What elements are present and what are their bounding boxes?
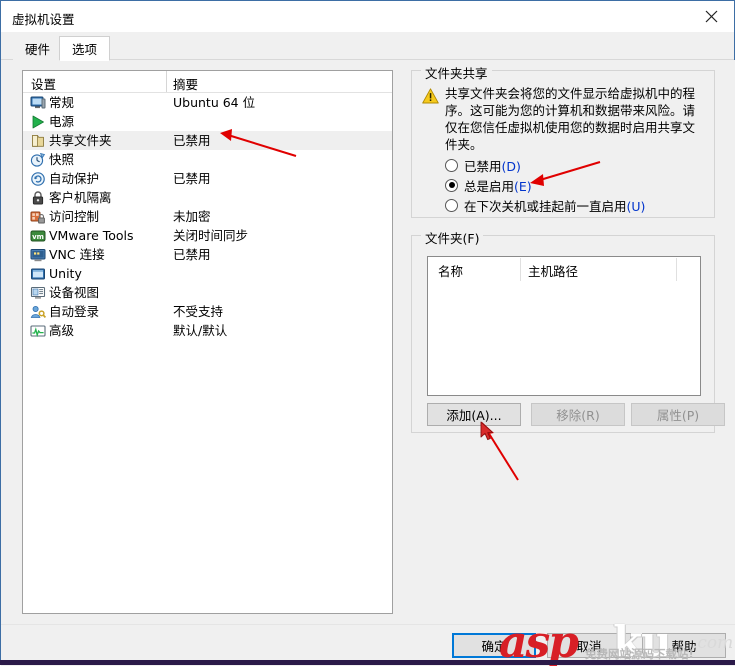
- close-icon[interactable]: [689, 1, 734, 31]
- monitor-icon: [30, 95, 46, 111]
- settings-list-item[interactable]: 自动保护 已禁用: [23, 169, 392, 188]
- ok-button[interactable]: 确定: [452, 633, 536, 658]
- settings-list-item[interactable]: 电源: [23, 112, 392, 131]
- autoprotect-icon: [30, 171, 46, 187]
- title-bar: 虚拟机设置: [1, 1, 734, 32]
- settings-list-item-label: VNC 连接: [49, 247, 105, 262]
- vm-settings-dialog: 虚拟机设置 硬件 选项 设置 摘要 常规 Ubuntu 64 位电源 共享文件夹 已禁…: [0, 0, 735, 666]
- radio-mark-always-enabled: [445, 178, 458, 192]
- bottom-separator: [1, 624, 735, 625]
- settings-list-item-summary: 已禁用: [173, 171, 211, 186]
- settings-list-item-label: 共享文件夹: [49, 133, 112, 148]
- radio-sharing-always-enabled[interactable]: 总是启用(E): [445, 175, 532, 195]
- radio-label-disabled: 已禁用(D): [464, 158, 521, 174]
- radio-label-until-shutdown: 在下次关机或挂起前一直启用(U): [464, 198, 646, 214]
- snapshot-clock-icon: [30, 152, 46, 168]
- folders-column-sep-2[interactable]: [676, 258, 677, 281]
- advanced-icon: [30, 323, 46, 339]
- column-header-summary: 摘要: [173, 77, 199, 92]
- folder-sharing-group: 文件夹共享 共享文件夹会将您的文件显示给虚拟机中的程序。这可能为您的计算机和数据…: [411, 63, 715, 218]
- settings-list-item[interactable]: 常规 Ubuntu 64 位: [23, 93, 392, 112]
- auto-login-icon: [30, 304, 47, 320]
- folders-group: 文件夹(F) 名称 主机路径 添加(A)... 移除(R) 属性(P): [411, 228, 725, 433]
- settings-list-item-label: 高级: [49, 323, 75, 338]
- settings-list-rows: 常规 Ubuntu 64 位电源 共享文件夹 已禁用 快照 自动保护 已禁用 客户机隔离 访问控…: [23, 93, 392, 340]
- settings-list-item-label: 自动登录: [49, 304, 100, 319]
- device-view-icon: [30, 285, 46, 301]
- radio-sharing-until-shutdown[interactable]: 在下次关机或挂起前一直启用(U): [445, 195, 645, 215]
- settings-list-item[interactable]: 客户机隔离: [23, 188, 392, 207]
- tab-options[interactable]: 选项: [59, 36, 111, 61]
- window-title: 虚拟机设置: [12, 12, 75, 27]
- radio-mark-disabled: [445, 158, 458, 172]
- access-control-icon: [30, 209, 46, 225]
- settings-list[interactable]: 设置 摘要 常规 Ubuntu 64 位电源 共享文件夹 已禁用 快照 自动保护 已禁用 客户…: [22, 70, 393, 614]
- settings-list-item-summary: 默认/默认: [173, 323, 228, 338]
- settings-list-item-label: 设备视图: [49, 285, 100, 300]
- tab-strip: 硬件 选项: [1, 32, 734, 61]
- settings-list-item[interactable]: 设备视图: [23, 283, 392, 302]
- folders-table[interactable]: 名称 主机路径: [427, 256, 701, 396]
- help-button[interactable]: 帮助: [642, 633, 726, 658]
- folder-properties-button: 属性(P): [631, 403, 725, 426]
- settings-list-item-label: 访问控制: [49, 209, 100, 224]
- folder-sharing-title: 文件夹共享: [421, 63, 492, 82]
- settings-list-item-summary: 关闭时间同步: [173, 228, 249, 243]
- settings-list-item[interactable]: 访问控制 未加密: [23, 207, 392, 226]
- tab-hardware[interactable]: 硬件: [13, 36, 63, 60]
- column-divider[interactable]: [166, 71, 167, 92]
- settings-list-item-label: Unity: [49, 266, 82, 281]
- radio-label-always-enabled: 总是启用(E): [464, 178, 532, 194]
- settings-list-item[interactable]: vm VMware Tools 关闭时间同步: [23, 226, 392, 245]
- svg-text:vm: vm: [32, 233, 44, 241]
- settings-list-item-label: VMware Tools: [49, 228, 134, 243]
- settings-list-item[interactable]: 自动登录 不受支持: [23, 302, 392, 321]
- settings-list-item[interactable]: Unity: [23, 264, 392, 283]
- unity-window-icon: [30, 266, 46, 282]
- settings-list-item[interactable]: 快照: [23, 150, 392, 169]
- cancel-button[interactable]: 取消: [547, 633, 631, 658]
- folders-column-host-path[interactable]: 主机路径: [528, 261, 578, 280]
- lock-icon: [30, 190, 46, 206]
- remove-folder-button: 移除(R): [531, 403, 625, 426]
- settings-list-item[interactable]: 共享文件夹 已禁用: [23, 131, 392, 150]
- folder-sharing-warning-text: 共享文件夹会将您的文件显示给虚拟机中的程序。这可能为您的计算机和数据带来风险。请…: [445, 86, 696, 152]
- folders-column-sep-1[interactable]: [520, 258, 521, 281]
- column-header-settings: 设置: [31, 77, 57, 92]
- add-folder-button[interactable]: 添加(A)...: [427, 403, 521, 426]
- settings-list-item-label: 客户机隔离: [49, 190, 112, 205]
- settings-list-item-summary: 已禁用: [173, 133, 211, 148]
- settings-list-item[interactable]: 高级 默认/默认: [23, 321, 392, 340]
- tab-active-underline: [60, 59, 106, 61]
- settings-list-item-summary: 已禁用: [173, 247, 211, 262]
- settings-list-item-label: 常规: [49, 95, 75, 110]
- settings-list-item-summary: 未加密: [173, 209, 211, 224]
- folders-column-name[interactable]: 名称: [438, 261, 463, 280]
- folder-icon: [30, 133, 46, 149]
- settings-list-item-summary: Ubuntu 64 位: [173, 95, 256, 110]
- settings-list-item[interactable]: VNC 连接 已禁用: [23, 245, 392, 264]
- dialog-body: 设置 摘要 常规 Ubuntu 64 位电源 共享文件夹 已禁用 快照 自动保护 已禁用 客户…: [1, 60, 735, 666]
- radio-mark-until-shutdown: [445, 198, 458, 212]
- settings-list-item-label: 电源: [49, 114, 75, 129]
- warning-triangle-icon: [422, 88, 439, 104]
- folders-table-header: 名称 主机路径: [428, 257, 700, 281]
- vnc-screen-icon: [30, 247, 46, 263]
- desktop-taskbar-edge: [0, 660, 735, 665]
- radio-sharing-disabled[interactable]: 已禁用(D): [445, 155, 521, 175]
- vmware-tools-icon: vm: [30, 228, 46, 244]
- settings-list-item-label: 快照: [49, 152, 75, 167]
- settings-list-item-label: 自动保护: [49, 171, 100, 186]
- power-play-icon: [30, 114, 46, 130]
- settings-list-header: 设置 摘要: [23, 71, 392, 93]
- folders-title: 文件夹(F): [421, 228, 484, 247]
- settings-list-item-summary: 不受支持: [173, 304, 224, 319]
